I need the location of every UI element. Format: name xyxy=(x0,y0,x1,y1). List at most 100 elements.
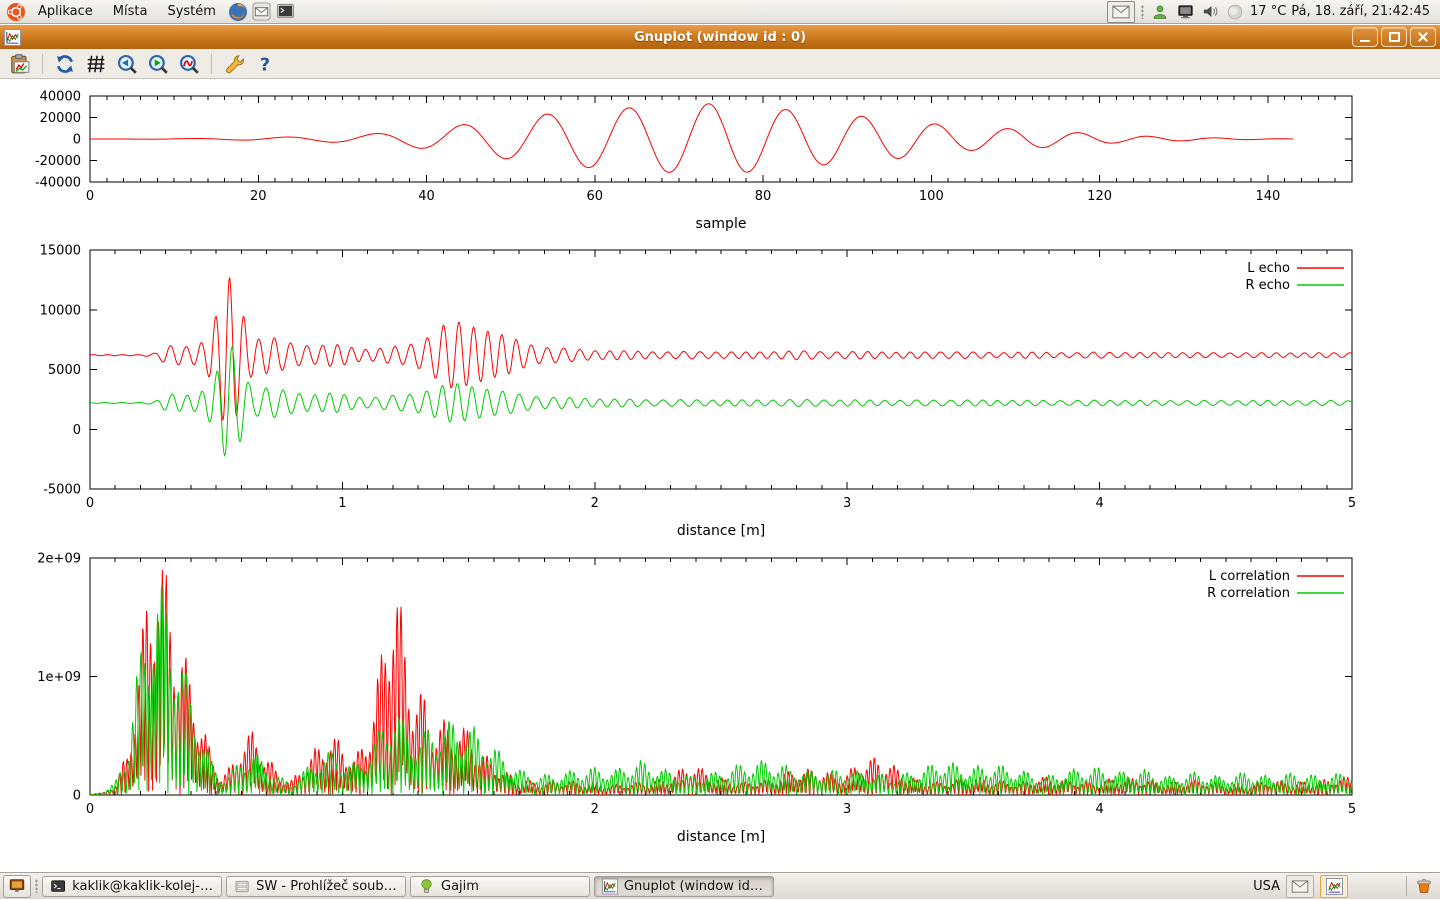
replot-icon xyxy=(54,53,76,75)
menu-applications[interactable]: Aplikace xyxy=(28,2,103,21)
svg-text:distance [m]: distance [m] xyxy=(677,829,765,845)
help-button[interactable]: ? xyxy=(253,52,277,76)
terminal-launcher-icon[interactable] xyxy=(276,2,296,22)
gnuplot-window-icon xyxy=(4,29,21,46)
svg-text:distance [m]: distance [m] xyxy=(677,523,765,539)
task-button-gajim[interactable]: Gajim xyxy=(410,876,590,897)
mail-launcher-icon[interactable] xyxy=(252,2,272,22)
next-zoom-icon xyxy=(147,53,169,75)
show-desktop-icon xyxy=(8,877,26,895)
unzoom-icon xyxy=(178,53,200,75)
trash-icon xyxy=(1413,875,1435,897)
svg-text:-5000: -5000 xyxy=(43,483,81,498)
svg-text:3: 3 xyxy=(843,802,851,817)
svg-text:L correlation: L correlation xyxy=(1209,569,1290,584)
svg-text:5: 5 xyxy=(1348,802,1356,817)
gnuplot-canvas[interactable]: 020406080100120140-40000-200000200004000… xyxy=(0,80,1440,872)
weather-icon[interactable] xyxy=(1225,2,1245,22)
taskbar-mail-icon[interactable] xyxy=(1286,875,1314,898)
toolbar-separator xyxy=(211,54,212,74)
help-icon: ? xyxy=(254,53,276,75)
show-desktop-button[interactable] xyxy=(3,875,31,898)
firefox-icon[interactable] xyxy=(228,2,248,22)
display-icon[interactable] xyxy=(1175,2,1195,22)
svg-text:R correlation: R correlation xyxy=(1207,586,1290,601)
svg-text:1e+09: 1e+09 xyxy=(37,670,81,685)
svg-text:3: 3 xyxy=(843,496,851,511)
svg-text:10000: 10000 xyxy=(40,303,81,318)
svg-text:4: 4 xyxy=(1095,496,1103,511)
svg-text:100: 100 xyxy=(919,189,944,204)
svg-text:?: ? xyxy=(260,55,270,74)
next-zoom-button[interactable] xyxy=(146,52,170,76)
copy-to-clipboard-button[interactable] xyxy=(8,52,32,76)
minimize-button[interactable] xyxy=(1352,27,1378,47)
ubuntu-logo-icon[interactable] xyxy=(6,2,26,22)
window-title: Gnuplot (window id : 0) xyxy=(0,30,1440,45)
menu-system[interactable]: Systém xyxy=(157,2,225,21)
svg-text:60: 60 xyxy=(587,189,604,204)
svg-text:2: 2 xyxy=(591,802,599,817)
svg-text:0: 0 xyxy=(86,189,94,204)
series-l-correlation xyxy=(90,570,1352,795)
minimize-icon xyxy=(1360,40,1370,42)
previous-zoom-button[interactable] xyxy=(115,52,139,76)
previous-zoom-icon xyxy=(116,53,138,75)
close-button[interactable] xyxy=(1410,27,1436,47)
taskbar-handle xyxy=(35,879,38,893)
svg-text:20000: 20000 xyxy=(40,111,81,126)
replot-button[interactable] xyxy=(53,52,77,76)
tray-handle[interactable] xyxy=(1141,5,1144,19)
svg-text:20: 20 xyxy=(250,189,267,204)
menu-places[interactable]: Místa xyxy=(103,2,158,21)
window-titlebar[interactable]: Gnuplot (window id : 0) xyxy=(0,25,1440,49)
task-label: SW - Prohlížeč souborů xyxy=(256,879,398,894)
clock-label[interactable]: Pá, 18. září, 21:42:45 xyxy=(1291,4,1430,19)
taskbar-gnuplot-icon[interactable] xyxy=(1320,875,1348,898)
svg-text:2: 2 xyxy=(591,496,599,511)
svg-text:2e+09: 2e+09 xyxy=(37,552,81,567)
svg-text:sample: sample xyxy=(696,216,747,232)
grid-icon xyxy=(85,53,107,75)
svg-text:-20000: -20000 xyxy=(35,154,81,169)
task-button-file-manager[interactable]: SW - Prohlížeč souborů xyxy=(226,876,406,897)
svg-text:5000: 5000 xyxy=(48,363,81,378)
task-label: kaklik@kaklik-kolej-u... xyxy=(72,879,214,894)
svg-text:4: 4 xyxy=(1095,802,1103,817)
svg-text:0: 0 xyxy=(73,789,81,804)
task-button-gnuplot[interactable]: Gnuplot (window id : 0) xyxy=(594,876,774,897)
top-panel: Aplikace Místa Systém xyxy=(0,0,1440,24)
desktop-root: { "desktop": { "top_panel": { "menus": [… xyxy=(0,0,1440,900)
maximize-button[interactable] xyxy=(1381,27,1407,47)
system-tray: 17 °C Pá, 18. září, 21:42:45 xyxy=(1107,1,1436,23)
task-label: Gajim xyxy=(441,879,479,894)
temperature-label[interactable]: 17 °C xyxy=(1250,4,1286,19)
svg-text:40: 40 xyxy=(418,189,435,204)
tray-mail-icon[interactable] xyxy=(1107,1,1135,23)
trash-applet[interactable] xyxy=(1413,875,1437,897)
plots-svg[interactable]: 020406080100120140-40000-200000200004000… xyxy=(0,80,1440,872)
svg-text:-40000: -40000 xyxy=(35,176,81,191)
user-presence-icon[interactable] xyxy=(1150,2,1170,22)
maximize-icon xyxy=(1389,32,1400,42)
configure-button[interactable] xyxy=(222,52,246,76)
series-excitation-chirp xyxy=(90,104,1293,173)
task-button-terminal[interactable]: kaklik@kaklik-kolej-u... xyxy=(42,876,222,897)
grid-button[interactable] xyxy=(84,52,108,76)
keyboard-layout-indicator[interactable]: USA xyxy=(1253,879,1280,894)
volume-icon[interactable] xyxy=(1200,2,1220,22)
terminal-icon xyxy=(50,878,66,895)
chart-1: 020406080100120140-40000-200000200004000… xyxy=(35,90,1352,233)
svg-text:1: 1 xyxy=(338,496,346,511)
svg-text:1: 1 xyxy=(338,802,346,817)
svg-text:40000: 40000 xyxy=(40,90,81,105)
svg-text:0: 0 xyxy=(73,133,81,148)
toolbar-separator xyxy=(42,54,43,74)
svg-text:80: 80 xyxy=(755,189,772,204)
unzoom-button[interactable] xyxy=(177,52,201,76)
file-manager-icon xyxy=(234,878,250,895)
series-r-correlation xyxy=(90,585,1352,795)
svg-text:5: 5 xyxy=(1348,496,1356,511)
svg-text:120: 120 xyxy=(1087,189,1112,204)
svg-text:R echo: R echo xyxy=(1245,278,1290,293)
